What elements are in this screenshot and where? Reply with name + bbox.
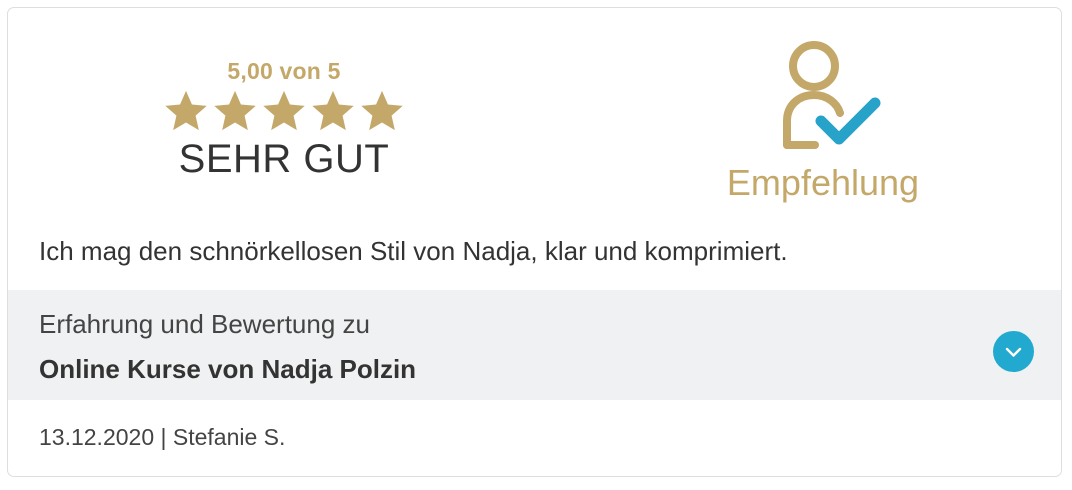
review-meta: 13.12.2020 | Stefanie S. (39, 424, 286, 450)
expand-button[interactable] (993, 331, 1034, 372)
chevron-down-icon (1005, 347, 1022, 357)
star-icon (263, 90, 305, 131)
review-comment: Ich mag den schnörkellosen Stil von Nadj… (39, 236, 788, 266)
product-name[interactable]: Online Kurse von Nadja Polzin (39, 352, 416, 386)
review-card: 5,00 von 5 SEHR GUT Empfehlung Ich mag d… (7, 7, 1062, 477)
recommendation-block: Empfehlung (708, 33, 938, 203)
star-icon (214, 90, 256, 131)
product-caption: Erfahrung und Bewertung zu (39, 309, 370, 339)
person-check-icon (783, 41, 881, 149)
rating-block: 5,00 von 5 SEHR GUT (153, 58, 415, 182)
star-icon (312, 90, 354, 131)
rating-score: 5,00 von 5 (227, 58, 341, 84)
recommendation-label: Empfehlung (726, 162, 920, 203)
star-rating (153, 88, 415, 134)
rating-verdict: SEHR GUT (178, 137, 390, 181)
star-icon (361, 90, 403, 131)
product-section: Erfahrung und Bewertung zu Online Kurse … (8, 290, 1061, 400)
star-icon (165, 90, 207, 131)
